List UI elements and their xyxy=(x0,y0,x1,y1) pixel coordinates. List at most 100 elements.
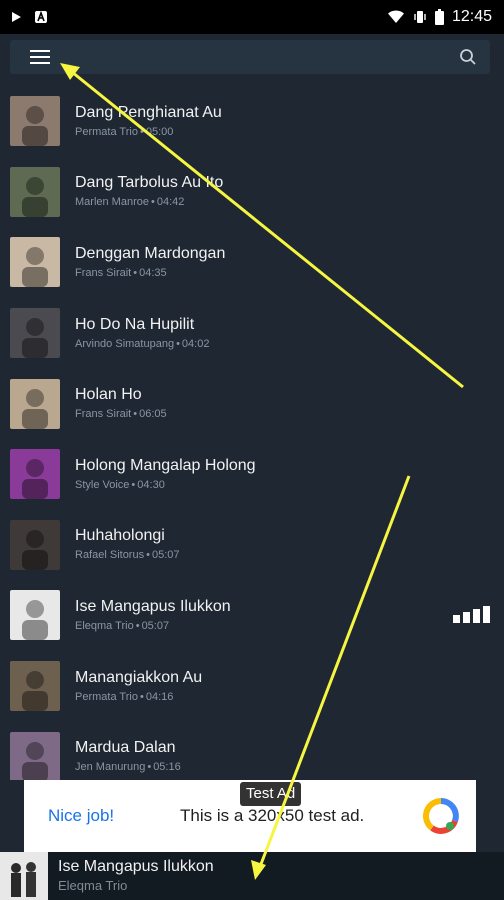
now-playing-thumbnail xyxy=(0,852,48,900)
song-thumbnail xyxy=(10,661,60,712)
song-duration: 05:16 xyxy=(153,761,181,774)
song-duration: 04:42 xyxy=(156,196,185,209)
song-duration: 05:07 xyxy=(151,549,180,562)
song-list-item[interactable]: Ho Do Na Hupilit Arvindo Simatupang • 04:02 xyxy=(0,298,504,369)
song-artist: Permata Trio xyxy=(75,125,138,138)
song-list-item[interactable]: Denggan Mardongan Frans Sirait • 04:35 xyxy=(0,227,504,298)
notification-a-icon xyxy=(34,10,48,24)
ad-text: This is a 320x50 test ad. xyxy=(180,806,365,825)
song-duration: 06:05 xyxy=(139,408,167,421)
equalizer-bar xyxy=(483,606,490,624)
hamburger-menu-icon[interactable] xyxy=(28,45,52,69)
top-bar xyxy=(10,40,490,74)
song-list-item[interactable]: Holong Mangalap Holong Style Voice • 04:30 xyxy=(0,439,504,510)
song-duration: 04:35 xyxy=(139,266,167,279)
song-title: Dang Penghianat Au xyxy=(75,103,222,121)
song-text: Manangiakkon Au Permata Trio • 04:16 xyxy=(75,668,202,705)
play-icon xyxy=(10,11,22,23)
song-meta: Permata Trio • 05:00 xyxy=(75,124,222,140)
now-playing-equalizer-icon xyxy=(453,606,490,624)
song-artist: Marlen Manroe xyxy=(75,196,149,209)
song-artist: Arvindo Simatupang xyxy=(75,337,175,350)
song-artist: Frans Sirait xyxy=(75,408,132,421)
song-duration: 05:00 xyxy=(145,125,174,138)
ad-cta[interactable]: Nice job! xyxy=(48,806,114,826)
song-list-item[interactable]: Dang Tarbolus Au Ito Marlen Manroe • 04:42 xyxy=(0,157,504,228)
song-title: Huhaholongi xyxy=(75,527,165,545)
song-title: Dang Tarbolus Au Ito xyxy=(75,174,224,192)
now-playing-bar[interactable]: Ise Mangapus Ilukkon Eleqma Trio xyxy=(0,852,504,900)
song-artist: Rafael Sitorus xyxy=(75,549,145,562)
song-meta: Arvindo Simatupang • 04:02 xyxy=(75,336,209,352)
search-icon[interactable] xyxy=(456,45,480,69)
song-list[interactable]: Dang Penghianat Au Permata Trio • 05:00 Dang… xyxy=(0,86,504,780)
equalizer-bar xyxy=(463,612,470,624)
song-duration: 04:16 xyxy=(145,690,174,703)
song-meta: Permata Trio • 04:16 xyxy=(75,689,202,705)
song-thumbnail xyxy=(10,731,60,780)
battery-icon xyxy=(434,9,444,25)
song-artist: Frans Sirait xyxy=(75,266,132,279)
song-thumbnail xyxy=(10,378,60,429)
song-text: Huhaholongi Rafael Sitorus • 05:07 xyxy=(75,526,179,563)
song-title: Mardua Dalan xyxy=(75,739,176,757)
meta-separator: • xyxy=(139,125,144,138)
song-thumbnail xyxy=(10,449,60,500)
song-list-item[interactable]: Manangiakkon Au Permata Trio • 04:16 xyxy=(0,651,504,722)
song-artist: Jen Manurung xyxy=(75,761,146,774)
status-right: 12:45 xyxy=(387,8,492,26)
song-title: Holong Mangalap Holong xyxy=(75,456,256,474)
song-meta: Frans Sirait • 04:35 xyxy=(75,265,225,281)
song-title: Manangiakkon Au xyxy=(75,668,203,686)
status-left xyxy=(10,10,48,24)
meta-separator: • xyxy=(176,337,180,350)
song-text: Dang Penghianat Au Permata Trio • 05:00 xyxy=(75,103,222,140)
song-meta: Frans Sirait • 06:05 xyxy=(75,406,167,422)
song-title: Holan Ho xyxy=(75,386,142,404)
song-meta: Jen Manurung • 05:16 xyxy=(75,759,181,775)
song-list-item[interactable]: Mardua Dalan Jen Manurung • 05:16 xyxy=(0,721,504,780)
status-bar: 12:45 xyxy=(0,0,504,34)
song-duration: 05:07 xyxy=(141,619,170,632)
song-meta: Marlen Manroe • 04:42 xyxy=(75,194,223,210)
equalizer-bar xyxy=(473,609,480,624)
song-meta: Style Voice • 04:30 xyxy=(75,477,256,493)
meta-separator: • xyxy=(135,619,140,632)
song-thumbnail xyxy=(10,308,60,359)
now-playing-title: Ise Mangapus Ilukkon xyxy=(58,858,214,875)
song-list-item[interactable]: Dang Penghianat Au Permata Trio • 05:00 xyxy=(0,86,504,157)
song-title: Denggan Mardongan xyxy=(75,244,226,262)
song-thumbnail xyxy=(10,96,60,147)
status-time: 12:45 xyxy=(451,8,492,25)
song-text: Ho Do Na Hupilit Arvindo Simatupang • 04:02 xyxy=(75,315,209,352)
equalizer-bar xyxy=(453,615,460,624)
song-title: Ise Mangapus Ilukkon xyxy=(75,597,231,615)
meta-separator: • xyxy=(139,690,144,703)
song-thumbnail xyxy=(10,519,60,570)
song-text: Ise Mangapus Ilukkon Eleqma Trio • 05:07 xyxy=(75,597,231,634)
song-artist: Permata Trio xyxy=(75,690,138,703)
ad-container: Test Ad Nice job! This is a 320x50 test … xyxy=(0,780,504,852)
song-duration: 04:30 xyxy=(137,478,165,491)
song-title: Ho Do Na Hupilit xyxy=(75,315,195,333)
meta-separator: • xyxy=(147,761,152,774)
wifi-icon xyxy=(387,10,405,24)
meta-separator: • xyxy=(146,549,150,562)
meta-separator: • xyxy=(133,408,138,421)
meta-separator: • xyxy=(150,196,155,209)
ad-banner[interactable]: Test Ad Nice job! This is a 320x50 test … xyxy=(24,780,476,852)
song-thumbnail xyxy=(10,590,60,641)
song-list-item[interactable]: Holan Ho Frans Sirait • 06:05 xyxy=(0,368,504,439)
vibrate-icon xyxy=(413,10,427,24)
ad-logo-icon xyxy=(422,797,460,840)
song-thumbnail xyxy=(10,166,60,217)
song-list-item[interactable]: Huhaholongi Rafael Sitorus • 05:07 xyxy=(0,510,504,581)
meta-separator: • xyxy=(133,266,138,279)
song-thumbnail xyxy=(10,237,60,288)
song-meta: Rafael Sitorus • 05:07 xyxy=(75,547,179,563)
now-playing-text: Ise Mangapus Ilukkon Eleqma Trio xyxy=(58,857,214,895)
song-text: Holan Ho Frans Sirait • 06:05 xyxy=(75,385,167,422)
ad-label: Test Ad xyxy=(240,782,302,806)
song-meta: Eleqma Trio • 05:07 xyxy=(75,618,231,634)
song-list-item[interactable]: Ise Mangapus Ilukkon Eleqma Trio • 05:07 xyxy=(0,580,504,651)
